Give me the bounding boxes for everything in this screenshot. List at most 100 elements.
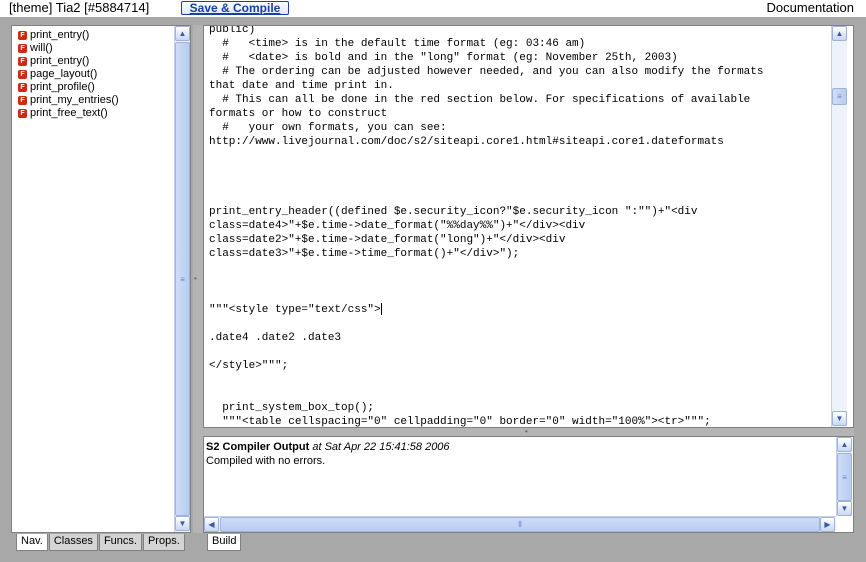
splitter-grip-icon: • (194, 274, 197, 283)
code-line-text: that date and time print in. (209, 80, 394, 92)
code-line: class=date2>"+$e.time->date_format("long… (209, 233, 831, 247)
code-line-text: class=date4>"+$e.time->date_format("%%da… (209, 220, 586, 232)
scroll-up-icon[interactable]: ▲ (837, 437, 852, 452)
code-line-text: # your own formats, you can see: (209, 122, 447, 134)
output-scrollbar[interactable]: ▲ ≡ ▼ (836, 437, 852, 516)
nav-item[interactable]: Fprint_free_text() (18, 107, 119, 120)
code-line: # <date> is bold and in the "long" forma… (209, 51, 831, 65)
code-line-text: .date4 .date2 .date3 (209, 332, 342, 344)
code-line: </style>"""; (209, 359, 831, 373)
code-editor[interactable]: public) # <time> is in the default time … (203, 25, 854, 428)
tab-classes[interactable]: Classes (48, 534, 98, 551)
nav-tab-bar: Nav. Classes Funcs. Props. (16, 534, 186, 551)
function-icon: F (18, 31, 27, 40)
code-line: """<table cellspacing="0" cellpadding="0… (209, 415, 831, 428)
nav-item-label: print_my_entries() (30, 94, 119, 106)
code-line-text: </style>"""; (209, 360, 289, 372)
nav-item-label: print_profile() (30, 81, 95, 93)
scroll-down-icon[interactable]: ▼ (832, 411, 847, 426)
tab-funcs[interactable]: Funcs. (98, 534, 142, 551)
top-bar: [theme] Tia2 [#5884714] Save & Compile D… (0, 0, 866, 17)
scroll-down-icon[interactable]: ▼ (837, 501, 852, 516)
tab-nav[interactable]: Nav. (16, 534, 48, 551)
scroll-left-icon[interactable]: ◀ (204, 517, 219, 532)
code-line-text: class=date2>"+$e.time->date_format("long… (209, 234, 566, 246)
output-hscrollbar[interactable]: ◀ ⦀ ▶ (204, 516, 836, 532)
scroll-thumb[interactable]: ≡ (175, 42, 190, 516)
scroll-up-icon[interactable]: ▲ (175, 26, 190, 41)
save-compile-button[interactable]: Save & Compile (181, 1, 289, 15)
code-line-text: """<table cellspacing="0" cellpadding="0… (209, 416, 711, 428)
nav-item[interactable]: Fprint_entry() (18, 55, 119, 68)
function-icon: F (18, 70, 27, 79)
nav-item[interactable]: Fprint_my_entries() (18, 94, 119, 107)
code-line: class=date3>"+$e.time->time_format()+"</… (209, 247, 831, 261)
code-line: # This can all be done in the red sectio… (209, 93, 831, 107)
nav-list: Fprint_entry() Fwill() Fprint_entry() Fpage… (18, 29, 119, 120)
code-line-text: class=date3>"+$e.time->time_format()+"</… (209, 248, 520, 260)
code-text[interactable]: public) # <time> is in the default time … (209, 25, 831, 428)
nav-scrollbar[interactable]: ▲ ≡ ▼ (174, 26, 190, 532)
function-icon: F (18, 83, 27, 92)
nav-item[interactable]: Fprint_entry() (18, 29, 119, 42)
code-line-text: # The ordering can be adjusted however n… (209, 66, 764, 78)
editor-scrollbar[interactable]: ▲ ≡ ▼ (831, 26, 847, 427)
scroll-down-icon[interactable]: ▼ (175, 516, 190, 531)
scroll-thumb[interactable]: ≡ (832, 88, 847, 105)
nav-item-label: print_entry() (30, 55, 90, 67)
nav-item-label: page_layout() (30, 68, 98, 80)
documentation-link[interactable]: Documentation (767, 0, 854, 16)
tab-build[interactable]: Build (207, 534, 242, 551)
horizontal-splitter[interactable]: • (203, 428, 854, 436)
output-heading: S2 Compiler Output (206, 441, 310, 453)
nav-item[interactable]: Fpage_layout() (18, 68, 119, 81)
code-line: # <time> is in the default time format (… (209, 37, 831, 51)
code-line: public) (209, 25, 831, 37)
nav-panel: Fprint_entry() Fwill() Fprint_entry() Fpage… (11, 25, 191, 533)
code-line-text: # This can all be done in the red sectio… (209, 94, 751, 106)
scroll-up-icon[interactable]: ▲ (832, 26, 847, 41)
nav-item-label: will() (30, 42, 53, 54)
code-line: print_system_box_top(); (209, 401, 831, 415)
nav-item-label: print_free_text() (30, 107, 108, 119)
output-heading-row: S2 Compiler Output at Sat Apr 22 15:41:5… (206, 441, 450, 454)
code-line: .date4 .date2 .date3 (209, 331, 831, 345)
text-caret (380, 303, 382, 316)
code-line-text: formats or how to construct (209, 108, 388, 120)
code-line: that date and time print in. (209, 79, 831, 93)
code-line-text: print_system_box_top(); (209, 402, 375, 414)
function-icon: F (18, 44, 27, 53)
output-timestamp: at Sat Apr 22 15:41:58 2006 (312, 441, 450, 453)
code-line-text: http://www.livejournal.com/doc/s2/siteap… (209, 136, 724, 148)
scroll-thumb[interactable]: ≡ (837, 453, 852, 501)
code-line-text: public) (209, 25, 256, 36)
vertical-splitter[interactable]: • (193, 25, 203, 533)
code-line-text: print_entry_header((defined $e.security_… (209, 206, 698, 218)
code-line-text: """<style type="text/css"> (209, 304, 381, 316)
scroll-right-icon[interactable]: ▶ (820, 517, 835, 532)
code-line: class=date4>"+$e.time->date_format("%%da… (209, 219, 831, 233)
output-message: Compiled with no errors. (206, 455, 326, 467)
code-line: http://www.livejournal.com/doc/s2/siteap… (209, 135, 831, 149)
code-line-text: # <date> is bold and in the "long" forma… (209, 52, 678, 64)
compiler-output-panel: S2 Compiler Output at Sat Apr 22 15:41:5… (203, 436, 854, 533)
code-line: # your own formats, you can see: (209, 121, 831, 135)
nav-item[interactable]: Fprint_profile() (18, 81, 119, 94)
nav-item-label: print_entry() (30, 29, 90, 41)
function-icon: F (18, 109, 27, 118)
function-icon: F (18, 96, 27, 105)
page-title: [theme] Tia2 [#5884714] (9, 0, 150, 15)
code-line: """<style type="text/css"> (209, 303, 831, 317)
code-line-text: # <time> is in the default time format (… (209, 38, 586, 50)
function-icon: F (18, 57, 27, 66)
tab-props[interactable]: Props. (142, 534, 185, 551)
nav-item[interactable]: Fwill() (18, 42, 119, 55)
scroll-thumb[interactable]: ⦀ (220, 517, 820, 532)
